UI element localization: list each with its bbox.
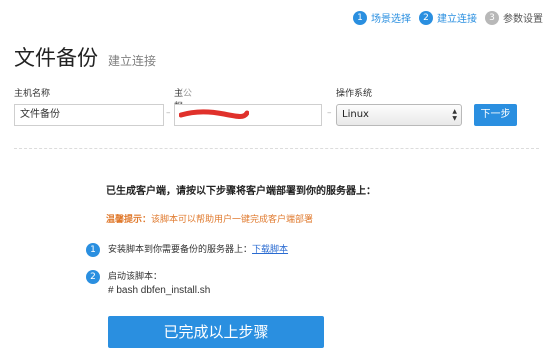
download-script-link[interactable]: 下载脚本 [252,245,288,255]
done-button[interactable]: 已完成以上步骤 [108,316,324,348]
instruction-step-2-text: 启动该脚本： # bash dbfen_install.sh [108,270,210,298]
page-title: 文件备份 [14,46,98,70]
install-command: # bash dbfen_install.sh [108,285,211,296]
select-arrows-icon: ▲ ▼ [452,108,457,122]
os-select[interactable]: Linux ▲ ▼ [336,104,462,126]
next-button[interactable]: 下一步 [474,104,517,126]
warning-text: 该脚本可以帮助用户一键完成客户端部署 [151,215,314,225]
separator-dash: – [166,108,171,118]
separator-dash: – [327,108,332,118]
warning-prefix: 温馨提示： [106,215,152,225]
os-label: 操作系统 [336,89,373,99]
instruction-step-1-text: 安装脚本到你需要备份的服务器上：下载脚本 [108,243,288,257]
step-number-badge: 1 [86,243,100,257]
step-1-label: 场景选择 [371,14,411,25]
instruction-step-2: 2 启动该脚本： # bash dbfen_install.sh [86,270,210,298]
redaction-mark [179,109,249,119]
divider [14,148,539,149]
os-select-value: Linux [342,109,369,120]
host-ip-input[interactable] [174,104,322,126]
title-row: 文件备份 建立连接 [14,42,156,72]
step-2: 2 建立连接 [419,10,477,25]
page-subtitle: 建立连接 [108,54,157,68]
instructions-headline: 已生成客户端，请按以下步骤将客户端部署到你的服务器上： [106,186,376,197]
step-2-label: 建立连接 [437,14,477,25]
connection-form: 文件备份 – – Linux ▲ ▼ 下一步 [14,104,544,126]
step-1: 1 场景选择 [353,10,411,25]
step-3-label: 参数设置 [503,14,543,25]
warning-tip: 温馨提示：该脚本可以帮助用户一键完成客户端部署 [106,212,313,225]
host-name-input[interactable]: 文件备份 [14,104,164,126]
install-text: 安装脚本到你需要备份的服务器上： [108,245,253,255]
step-1-number: 1 [353,10,367,25]
step-2-number: 2 [419,10,433,25]
form-labels: 主机名称 主机IP（公网IP） 操作系统 [14,86,544,125]
step-3: 3 参数设置 [485,10,543,25]
host-name-label: 主机名称 [14,89,51,99]
step-3-number: 3 [485,10,499,25]
step-indicator: 1 场景选择 2 建立连接 3 参数设置 [353,10,543,25]
start-script-text: 启动该脚本： [108,272,163,282]
step-number-badge: 2 [86,270,100,284]
instruction-step-1: 1 安装脚本到你需要备份的服务器上：下载脚本 [86,243,288,257]
